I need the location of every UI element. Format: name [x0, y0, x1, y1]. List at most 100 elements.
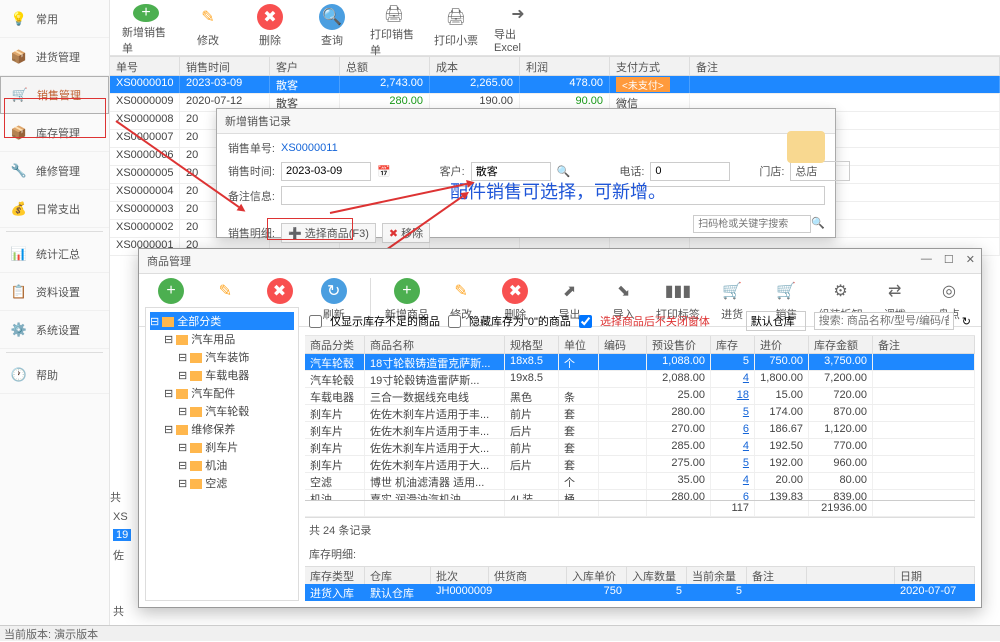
- toolbar-打印小票[interactable]: 🖨打印小票: [432, 4, 480, 51]
- keep-open-check[interactable]: [579, 315, 592, 328]
- order-no-value: XS0000011: [281, 142, 338, 154]
- col-header[interactable]: 总额: [340, 57, 430, 77]
- product-row[interactable]: 刹车片佐佐木刹车片适用于丰...前片套280.005174.00870.00: [305, 405, 975, 422]
- total-stock: 117: [711, 501, 755, 516]
- sidebar-label: 进货管理: [36, 49, 80, 65]
- stock-col-header[interactable]: 库存类型: [305, 567, 365, 585]
- toolbar-icon: +: [394, 278, 420, 304]
- stock-col-header[interactable]: 供货商: [489, 567, 567, 585]
- toolbar-新增销售单[interactable]: +新增销售单: [122, 4, 170, 51]
- refresh-icon[interactable]: ↻: [962, 315, 971, 328]
- sidebar-item-8[interactable]: ⚙️系统设置: [0, 311, 109, 349]
- toolbar-修改[interactable]: ✎修改: [184, 4, 232, 51]
- stock-col-header[interactable]: [807, 567, 895, 585]
- hide-zero-stock-check[interactable]: [448, 315, 461, 328]
- calendar-icon[interactable]: 📅: [377, 165, 391, 178]
- status-bar: 当前版本: 演示版本: [0, 625, 1000, 641]
- record-count: 共 24 条记录: [305, 517, 975, 542]
- toolbar-查询[interactable]: 🔍查询: [308, 4, 356, 51]
- remove-product-button[interactable]: ✖移除: [382, 223, 430, 243]
- product-row[interactable]: 汽车轮毂19寸轮毂铸造雷萨斯...19x8.52,088.0041,800.00…: [305, 371, 975, 388]
- stock-col-header[interactable]: 日期: [895, 567, 975, 585]
- col-header[interactable]: 销售时间: [180, 57, 270, 77]
- sidebar-icon: 💡: [10, 10, 28, 28]
- product-row[interactable]: 刹车片佐佐木刹车片适用于大...后片套275.005192.00960.00: [305, 456, 975, 473]
- col-header[interactable]: 客户: [270, 57, 340, 77]
- tree-node[interactable]: ⊟ 空滤: [150, 474, 294, 492]
- sidebar-label: 帮助: [36, 367, 58, 383]
- stock-col-header[interactable]: 入库数量: [627, 567, 687, 585]
- sidebar-item-6[interactable]: 📊统计汇总: [0, 235, 109, 273]
- sidebar-item-0[interactable]: 💡常用: [0, 0, 109, 38]
- phone-label: 电话:: [596, 163, 644, 179]
- sidebar-icon: ⚙️: [10, 321, 28, 339]
- col-header[interactable]: 支付方式: [610, 57, 690, 77]
- stock-col-header[interactable]: 批次: [431, 567, 489, 585]
- sidebar-item-9[interactable]: 🕐帮助: [0, 356, 109, 394]
- tree-node[interactable]: ⊟ 全部分类: [150, 312, 294, 330]
- shop-select[interactable]: 总店: [790, 161, 850, 181]
- col-header[interactable]: 备注: [690, 57, 1000, 77]
- sidebar-icon: 🔧: [10, 162, 28, 180]
- tree-node[interactable]: ⊟ 车载电器: [150, 366, 294, 384]
- toolbar-icon: ▮▮▮: [665, 278, 691, 304]
- tree-node[interactable]: ⊟ 汽车配件: [150, 384, 294, 402]
- search-customer-icon[interactable]: 🔍: [557, 165, 571, 178]
- order-no-label: 销售单号:: [227, 140, 275, 156]
- product-row[interactable]: 空滤博世 机油滤清器 适用...个35.00420.0080.00: [305, 473, 975, 490]
- show-low-stock-label: 仅显示库存不足的商品: [330, 313, 440, 329]
- shop-label: 门店:: [736, 163, 784, 179]
- tree-node[interactable]: ⊟ 机油: [150, 456, 294, 474]
- product-row[interactable]: 刹车片佐佐木刹车片适用于大...前片套285.004192.50770.00: [305, 439, 975, 456]
- sidebar-item-1[interactable]: 📦进货管理: [0, 38, 109, 76]
- toolbar-icon: ✎: [212, 278, 238, 304]
- product-search-input[interactable]: [814, 312, 954, 330]
- stock-col-header[interactable]: 备注: [747, 567, 807, 585]
- product-row[interactable]: 机油嘉实 润滑油汽机油4L装桶280.006139.83839.00: [305, 490, 975, 500]
- stock-col-header[interactable]: 当前余量: [687, 567, 747, 585]
- sidebar-label: 维修管理: [36, 163, 80, 179]
- show-low-stock-check[interactable]: [309, 315, 322, 328]
- sidebar-item-7[interactable]: 📋资料设置: [0, 273, 109, 311]
- remark-label: 备注信息:: [227, 188, 275, 204]
- toolbar-icon: ✎: [195, 4, 221, 30]
- minimize-icon[interactable]: —: [921, 253, 932, 266]
- product-row[interactable]: 汽车轮毂18寸轮毂铸造雷克萨斯...18x8.5个1,088.005750.00…: [305, 354, 975, 371]
- sale-time-label: 销售时间:: [227, 163, 275, 179]
- toolbar-导出Excel[interactable]: ➜导出Excel: [494, 4, 542, 51]
- product-row[interactable]: 车载电器三合一数据线充电线黑色条25.001815.00720.00: [305, 388, 975, 405]
- tree-node[interactable]: ⊟ 刹车片: [150, 438, 294, 456]
- tree-node[interactable]: ⊟ 维修保养: [150, 420, 294, 438]
- toolbar-删除[interactable]: ✖删除: [246, 4, 294, 51]
- col-header[interactable]: 利润: [520, 57, 610, 77]
- stock-col-header[interactable]: 入库单价: [567, 567, 627, 585]
- stock-row[interactable]: 进货入库 默认仓库 JH0000009 750 5 5 2020-07-07: [305, 584, 975, 601]
- barcode-search-input[interactable]: [693, 215, 811, 233]
- toolbar-icon: 🖨: [443, 4, 469, 30]
- close-icon[interactable]: ✕: [966, 253, 975, 266]
- tree-node[interactable]: ⊟ 汽车用品: [150, 330, 294, 348]
- partial-xs: XS: [113, 511, 128, 523]
- col-header[interactable]: 成本: [430, 57, 520, 77]
- sales-row[interactable]: XS00000102023-03-09散客2,743.002,265.00478…: [110, 76, 1000, 94]
- sale-time-input[interactable]: [281, 162, 371, 181]
- category-tree[interactable]: ⊟ 全部分类⊟ 汽车用品⊟ 汽车装饰⊟ 车载电器⊟ 汽车配件⊟ 汽车轮毂⊟ 维修…: [145, 307, 299, 601]
- toolbar-打印销售单[interactable]: 🖨打印销售单: [370, 4, 418, 51]
- warehouse-select[interactable]: 默认仓库: [746, 311, 806, 331]
- tree-node[interactable]: ⊟ 汽车轮毂: [150, 402, 294, 420]
- stock-col-header[interactable]: 仓库: [365, 567, 431, 585]
- barcode-search: 🔍: [693, 215, 825, 233]
- sidebar-item-4[interactable]: 🔧 维修管理: [0, 152, 109, 190]
- toolbar-icon: ✖: [257, 4, 283, 30]
- cart-icon: [787, 131, 825, 163]
- maximize-icon[interactable]: ☐: [944, 253, 954, 266]
- sidebar-label: 统计汇总: [36, 246, 80, 262]
- window-controls: — ☐ ✕: [921, 253, 975, 266]
- col-header[interactable]: 单号: [110, 57, 180, 77]
- product-row[interactable]: 刹车片佐佐木刹车片适用于丰...后片套270.006186.671,120.00: [305, 422, 975, 439]
- toolbar-icon: 🛒: [773, 278, 799, 304]
- toolbar-icon: ✖: [267, 278, 293, 304]
- sidebar-item-5[interactable]: 💰日常支出: [0, 190, 109, 228]
- tree-node[interactable]: ⊟ 汽车装饰: [150, 348, 294, 366]
- sidebar-label: 日常支出: [36, 201, 80, 217]
